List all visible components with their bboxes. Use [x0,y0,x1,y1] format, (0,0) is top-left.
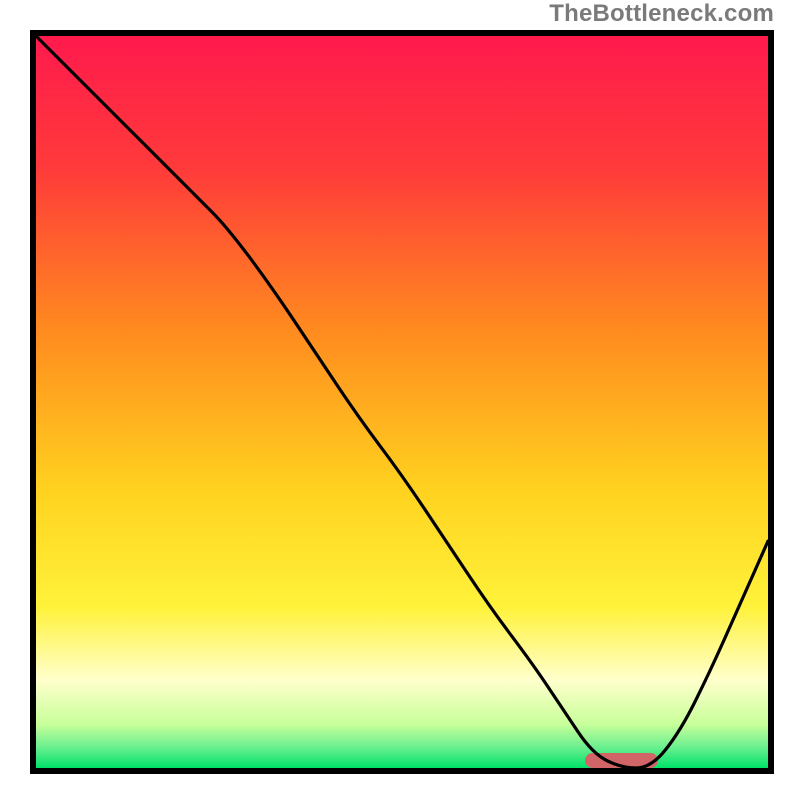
chart-root: TheBottleneck.com [0,0,800,800]
watermark-text: TheBottleneck.com [549,0,774,28]
bottleneck-curve [36,36,768,768]
plot-frame [30,30,774,774]
plot-area [36,36,768,768]
